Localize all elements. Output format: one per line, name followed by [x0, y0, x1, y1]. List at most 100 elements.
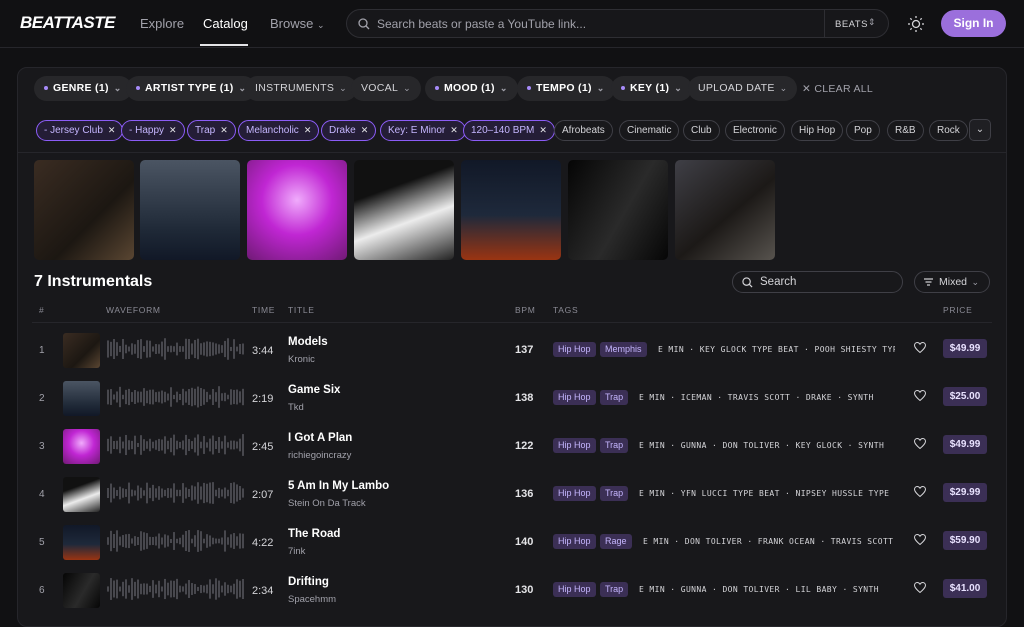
- close-icon[interactable]: ✕: [169, 125, 177, 135]
- suggested-tag[interactable]: Club: [683, 120, 720, 141]
- selected-tag[interactable]: 120–140 BPM ✕: [463, 120, 555, 141]
- row-title[interactable]: 5 Am In My Lambo: [288, 480, 389, 492]
- suggested-tag[interactable]: R&B: [887, 120, 924, 141]
- nav-browse[interactable]: Browse ⌄: [270, 16, 325, 31]
- row-title[interactable]: Drifting: [288, 576, 329, 588]
- heart-icon[interactable]: [914, 534, 926, 545]
- row-subgenre-tag[interactable]: Trap: [600, 582, 629, 597]
- selected-tag[interactable]: Key: E Minor ✕: [380, 120, 466, 141]
- row-genre-tag[interactable]: Hip Hop: [553, 486, 596, 501]
- waveform[interactable]: [106, 433, 244, 457]
- heart-icon[interactable]: [914, 486, 926, 497]
- cover-thumbnail[interactable]: [247, 160, 347, 260]
- sun-icon[interactable]: [907, 15, 925, 33]
- row-title[interactable]: Models: [288, 336, 328, 348]
- waveform[interactable]: [106, 481, 244, 505]
- close-icon[interactable]: ✕: [108, 125, 116, 135]
- row-artist[interactable]: Spacehmm: [288, 594, 336, 605]
- nav-catalog[interactable]: Catalog: [203, 16, 248, 31]
- table-search-input[interactable]: Search: [732, 271, 903, 293]
- search-icon: [742, 277, 753, 288]
- row-cover[interactable]: [63, 381, 100, 416]
- row-cover[interactable]: [63, 525, 100, 560]
- row-number: 2: [39, 393, 45, 404]
- price-button[interactable]: $29.99: [943, 483, 987, 502]
- nav-explore[interactable]: Explore: [140, 16, 184, 31]
- sort-select[interactable]: Mixed ⌄: [914, 271, 990, 293]
- table-row[interactable]: 4 2:07 5 Am In My Lambo Stein On Da Trac…: [18, 469, 1006, 517]
- expand-tags-button[interactable]: ⌄: [969, 119, 991, 141]
- search-mode-select[interactable]: BEATS ⇕: [824, 10, 888, 37]
- table-row[interactable]: 2 2:19 Game Six Tkd 138 Hip Hop Trap E M…: [18, 373, 1006, 421]
- row-cover[interactable]: [63, 333, 100, 368]
- row-artist[interactable]: richiegoincrazy: [288, 450, 351, 461]
- suggested-tag[interactable]: Pop: [846, 120, 880, 141]
- suggested-tag[interactable]: Hip Hop: [791, 120, 844, 141]
- cover-thumbnail[interactable]: [354, 160, 454, 260]
- waveform[interactable]: [106, 529, 244, 553]
- selected-tag[interactable]: - Happy ✕: [121, 120, 185, 141]
- cover-thumbnail[interactable]: [140, 160, 240, 260]
- selected-tag[interactable]: Drake ✕: [321, 120, 377, 141]
- price-button[interactable]: $59.90: [943, 531, 987, 550]
- selected-tag[interactable]: Trap ✕: [187, 120, 236, 141]
- price-button[interactable]: $49.99: [943, 339, 987, 358]
- close-icon[interactable]: ✕: [539, 125, 547, 135]
- row-artist[interactable]: Stein On Da Track: [288, 498, 366, 509]
- row-subgenre-tag[interactable]: Rage: [600, 534, 632, 549]
- table-row[interactable]: 1 3:44 Models Kronic 137 Hip Hop Memphis…: [18, 325, 1006, 373]
- row-keywords: E MIN · ICEMAN · TRAVIS SCOTT · DRAKE · …: [639, 393, 874, 402]
- row-keywords: E MIN · GUNNA · DON TOLIVER · KEY GLOCK …: [639, 441, 885, 450]
- cover-thumbnail[interactable]: [461, 160, 561, 260]
- table-row[interactable]: 6 2:34 Drifting Spacehmm 130 Hip Hop Tra…: [18, 565, 1006, 613]
- price-button[interactable]: $41.00: [943, 579, 987, 598]
- suggested-tag[interactable]: Cinematic: [619, 120, 680, 141]
- heart-icon[interactable]: [914, 342, 926, 353]
- row-subgenre-tag[interactable]: Memphis: [600, 342, 647, 357]
- row-genre-tag[interactable]: Hip Hop: [553, 342, 596, 357]
- waveform[interactable]: [106, 577, 244, 601]
- logo[interactable]: BEATTASTE: [20, 13, 115, 33]
- heart-icon[interactable]: [914, 582, 926, 593]
- waveform[interactable]: [106, 385, 244, 409]
- cover-thumbnail[interactable]: [568, 160, 668, 260]
- row-subgenre-tag[interactable]: Trap: [600, 486, 629, 501]
- sign-in-button[interactable]: Sign In: [941, 10, 1006, 37]
- close-icon[interactable]: ✕: [304, 125, 312, 135]
- row-artist[interactable]: 7ink: [288, 546, 305, 557]
- table-row[interactable]: 5 4:22 The Road 7ink 140 Hip Hop Rage E …: [18, 517, 1006, 565]
- waveform[interactable]: [106, 337, 244, 361]
- close-icon[interactable]: ✕: [361, 125, 369, 135]
- suggested-tag[interactable]: Electronic: [725, 120, 785, 141]
- row-title[interactable]: The Road: [288, 528, 340, 540]
- close-icon[interactable]: ✕: [220, 125, 228, 135]
- row-title[interactable]: I Got A Plan: [288, 432, 352, 444]
- row-artist[interactable]: Tkd: [288, 402, 304, 413]
- selected-tag[interactable]: - Jersey Club ✕: [36, 120, 124, 141]
- row-cover[interactable]: [63, 477, 100, 512]
- selected-tag[interactable]: Melancholic ✕: [238, 120, 320, 141]
- search-bar[interactable]: Search beats or paste a YouTube link... …: [346, 9, 889, 38]
- cover-thumbnail[interactable]: [675, 160, 775, 260]
- search-input[interactable]: Search beats or paste a YouTube link...: [377, 17, 586, 31]
- row-title[interactable]: Game Six: [288, 384, 340, 396]
- table-row[interactable]: 3 2:45 I Got A Plan richiegoincrazy 122 …: [18, 421, 1006, 469]
- row-subgenre-tag[interactable]: Trap: [600, 438, 629, 453]
- row-cover[interactable]: [63, 573, 100, 608]
- suggested-tag[interactable]: Afrobeats: [554, 120, 613, 141]
- row-genre-tag[interactable]: Hip Hop: [553, 534, 596, 549]
- divider: [32, 322, 992, 323]
- price-button[interactable]: $25.00: [943, 387, 987, 406]
- row-artist[interactable]: Kronic: [288, 354, 315, 365]
- heart-icon[interactable]: [914, 390, 926, 401]
- row-subgenre-tag[interactable]: Trap: [600, 390, 629, 405]
- row-genre-tag[interactable]: Hip Hop: [553, 390, 596, 405]
- suggested-tag[interactable]: Rock: [929, 120, 968, 141]
- row-genre-tag[interactable]: Hip Hop: [553, 438, 596, 453]
- close-icon[interactable]: ✕: [450, 125, 458, 135]
- heart-icon[interactable]: [914, 438, 926, 449]
- row-cover[interactable]: [63, 429, 100, 464]
- row-genre-tag[interactable]: Hip Hop: [553, 582, 596, 597]
- price-button[interactable]: $49.99: [943, 435, 987, 454]
- cover-thumbnail[interactable]: [34, 160, 134, 260]
